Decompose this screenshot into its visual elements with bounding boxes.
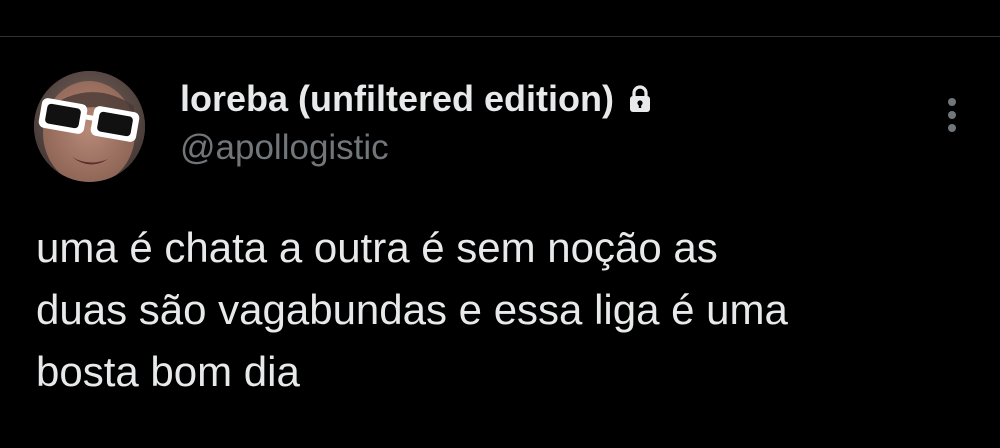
author-handle[interactable]: @apollogistic: [180, 128, 389, 168]
author-name-row[interactable]: loreba (unfiltered edition): [180, 76, 652, 122]
post-text: uma é chata a outra é sem noção as duas …: [36, 224, 788, 395]
top-divider: [0, 36, 1000, 37]
avatar[interactable]: [34, 71, 145, 182]
more-vertical-icon: [948, 98, 956, 132]
avatar-photo: [34, 71, 145, 182]
more-options-button[interactable]: [938, 94, 966, 136]
display-name[interactable]: loreba (unfiltered edition): [180, 78, 614, 120]
lock-icon: [628, 84, 652, 114]
